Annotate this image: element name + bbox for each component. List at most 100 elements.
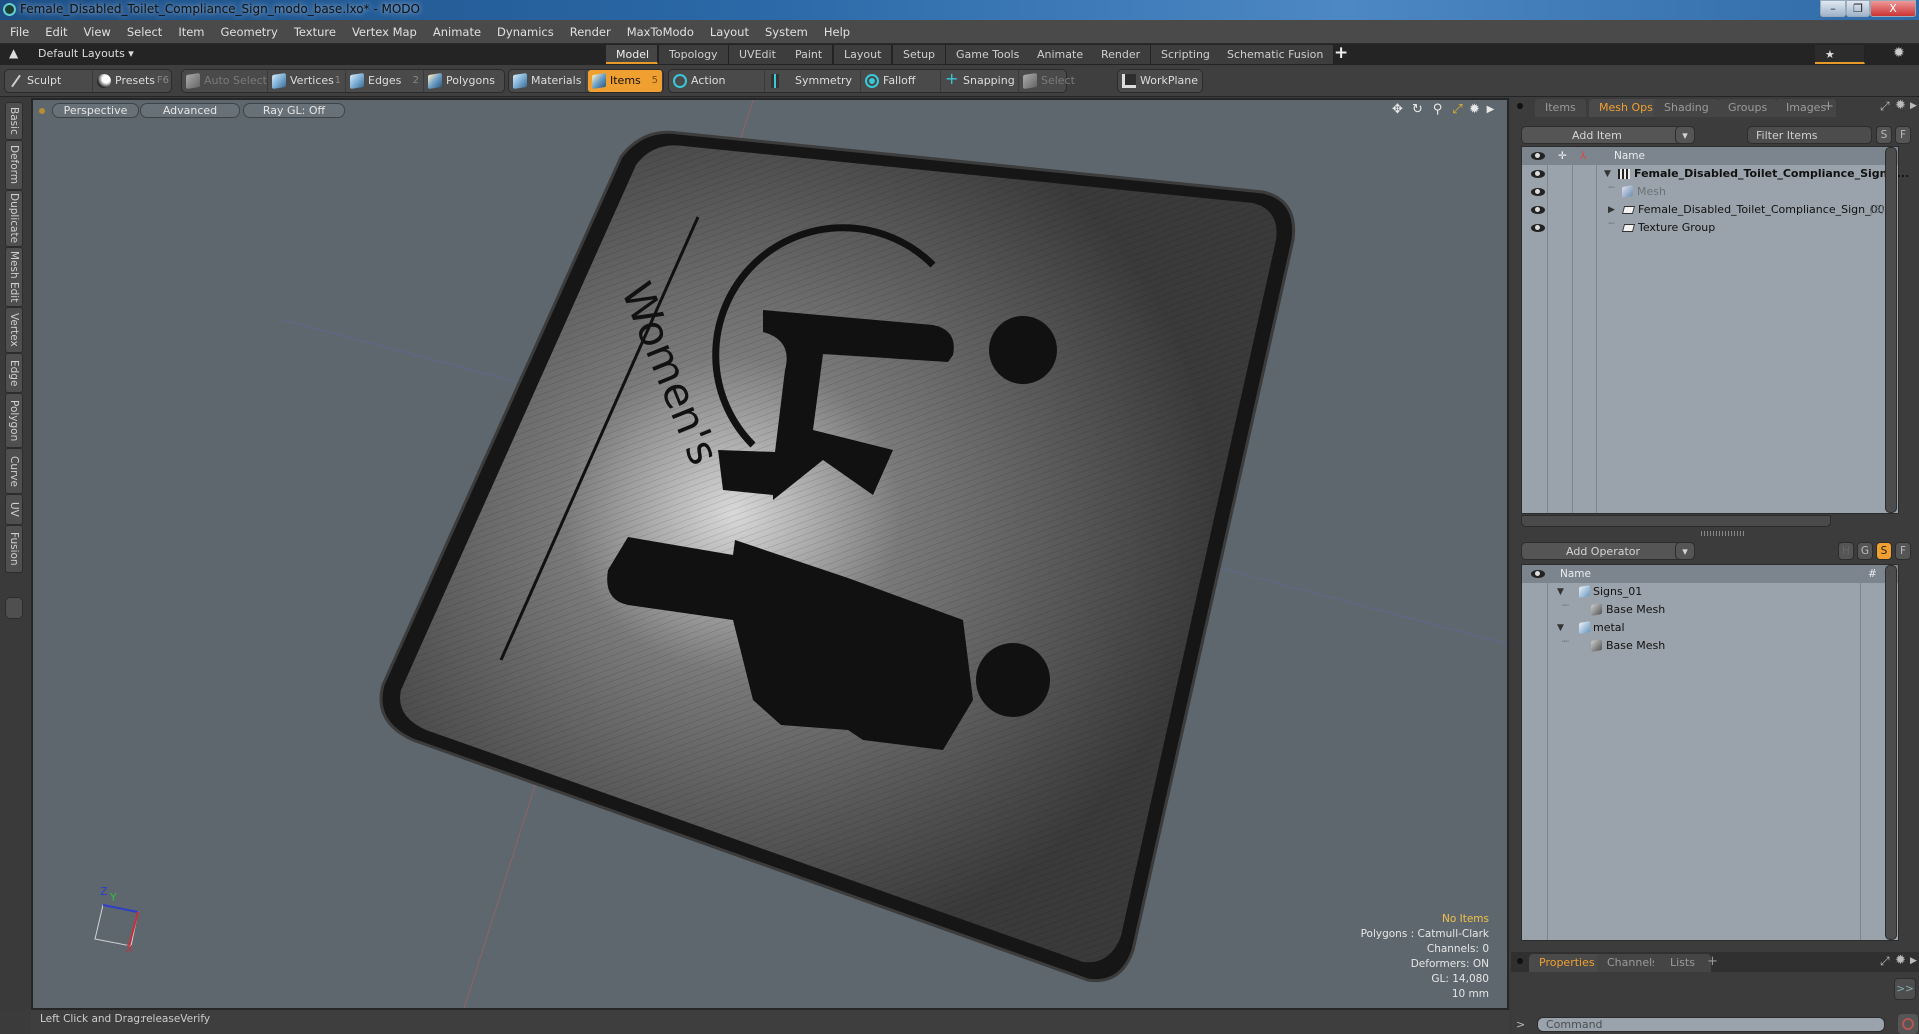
view-mode-button[interactable]: Perspective bbox=[52, 103, 139, 118]
menu-file[interactable]: File bbox=[0, 20, 37, 44]
tab-deform[interactable]: Deform bbox=[5, 140, 23, 190]
panel-menu-dot[interactable] bbox=[1517, 958, 1523, 964]
tab-basic[interactable]: Basic bbox=[5, 102, 23, 140]
tab-mesh-edit[interactable]: Mesh Edit bbox=[5, 247, 23, 307]
pan-icon[interactable]: ✥ bbox=[1390, 103, 1405, 117]
name-column-header[interactable]: Name bbox=[1614, 147, 1645, 165]
filter-g-button[interactable]: G bbox=[1857, 542, 1873, 560]
panel-gear-icon[interactable]: ✹ bbox=[1895, 953, 1906, 968]
visibility-eye-icon[interactable] bbox=[1531, 188, 1545, 196]
record-button[interactable] bbox=[1898, 1014, 1918, 1034]
operator-row-base-mesh[interactable]: ┈ Base Mesh bbox=[1522, 635, 1898, 655]
filter-h-button[interactable]: H bbox=[1838, 542, 1854, 560]
menu-geometry[interactable]: Geometry bbox=[213, 20, 286, 44]
tab-groups[interactable]: Groups bbox=[1718, 99, 1778, 117]
tree-row-group[interactable]: ▶ Female_Disabled_Toilet_Compliance_Sign… bbox=[1522, 201, 1898, 219]
items-horizontal-scrollbar[interactable] bbox=[1521, 515, 1831, 527]
vertices-button[interactable]: Vertices 1 bbox=[268, 70, 346, 92]
menu-layout[interactable]: Layout bbox=[702, 20, 757, 44]
tab-vertex[interactable]: Vertex bbox=[5, 307, 23, 353]
tab-render[interactable]: Render bbox=[1091, 45, 1152, 64]
panel-menu-dot[interactable] bbox=[1517, 103, 1523, 109]
tab-fusion[interactable]: Fusion bbox=[5, 525, 23, 573]
menu-maxtomodo[interactable]: MaxToModo bbox=[619, 20, 702, 44]
filter-f-button[interactable]: F bbox=[1895, 542, 1911, 560]
menu-view[interactable]: View bbox=[76, 20, 119, 44]
tab-topology[interactable]: Topology bbox=[659, 45, 729, 64]
viewport-gear-icon[interactable]: ✹ bbox=[1467, 103, 1482, 117]
add-operator-dropdown[interactable]: ▾ bbox=[1675, 542, 1695, 560]
sculpt-button[interactable]: Sculpt bbox=[5, 70, 93, 92]
menu-item[interactable]: Item bbox=[170, 20, 212, 44]
tab-edge[interactable]: Edge bbox=[5, 353, 23, 393]
lock-column-icon[interactable]: ✛ bbox=[1558, 147, 1567, 165]
menu-system[interactable]: System bbox=[757, 20, 816, 44]
tab-lists[interactable]: Lists bbox=[1654, 954, 1711, 972]
count-column-header[interactable]: # bbox=[1868, 565, 1877, 583]
tree-row-texture-group[interactable]: ┈ Texture Group bbox=[1522, 217, 1898, 237]
menu-animate[interactable]: Animate bbox=[425, 20, 489, 44]
edges-button[interactable]: Edges 2 bbox=[346, 70, 424, 92]
tab-layout[interactable]: Layout bbox=[834, 45, 893, 64]
tree-row-mesh[interactable]: ┈ Mesh bbox=[1522, 181, 1898, 201]
tab-properties[interactable]: Properties bbox=[1529, 954, 1605, 972]
tab-scripting[interactable]: Scripting bbox=[1151, 45, 1221, 64]
restore-button[interactable]: ❐ bbox=[1846, 0, 1870, 17]
add-item-dropdown[interactable]: ▾ bbox=[1675, 126, 1695, 144]
name-column-header[interactable]: Name bbox=[1560, 565, 1591, 583]
visibility-eye-icon[interactable] bbox=[1531, 170, 1545, 178]
tree-row-scene[interactable]: ▼ Female_Disabled_Toilet_Compliance_Sign… bbox=[1522, 165, 1909, 183]
rotate-icon[interactable]: ↻ bbox=[1410, 103, 1425, 117]
tab-curve[interactable]: Curve bbox=[5, 448, 23, 494]
tab-items[interactable]: Items bbox=[1535, 99, 1586, 117]
tab-paint[interactable]: Paint bbox=[785, 45, 834, 64]
add-panel-tab-button[interactable]: + bbox=[1707, 954, 1718, 969]
only-toggle[interactable]: ★ Only bbox=[1815, 45, 1865, 80]
workplane-button[interactable]: WorkPlane bbox=[1118, 70, 1202, 92]
command-input[interactable]: Command bbox=[1537, 1017, 1885, 1032]
layout-up-arrow-icon[interactable]: ▲ bbox=[9, 46, 18, 60]
materials-button[interactable]: Materials bbox=[509, 70, 586, 92]
add-item-button[interactable]: Add Item bbox=[1521, 126, 1695, 144]
panel-gear-icon[interactable]: ✹ bbox=[1895, 98, 1906, 113]
menu-edit[interactable]: Edit bbox=[37, 20, 75, 44]
tab-setup[interactable]: Setup bbox=[893, 45, 947, 64]
expand-panel-icon[interactable]: ⤢ bbox=[1880, 954, 1890, 969]
visibility-eye-icon[interactable] bbox=[1531, 206, 1545, 214]
menu-vertex-map[interactable]: Vertex Map bbox=[344, 20, 425, 44]
operator-row-signs[interactable]: ▼ Signs_01 bbox=[1522, 583, 1898, 601]
meshops-tree-scrollbar[interactable] bbox=[1885, 565, 1897, 940]
menu-select[interactable]: Select bbox=[119, 20, 170, 44]
render-column-icon[interactable]: ⅄ bbox=[1580, 147, 1586, 165]
items-tree-scrollbar[interactable] bbox=[1885, 147, 1897, 513]
tab-uv[interactable]: UV bbox=[5, 494, 23, 525]
presets-button[interactable]: Presets F6 bbox=[93, 70, 173, 92]
expand-panel-icon[interactable]: ⤢ bbox=[1880, 99, 1890, 114]
sign-model[interactable]: Women's bbox=[379, 130, 1296, 983]
panel-splitter-handle[interactable] bbox=[1701, 531, 1746, 536]
advanced-shading-button[interactable]: Advanced bbox=[140, 103, 240, 118]
close-button[interactable]: X bbox=[1870, 0, 1916, 17]
tab-uvedit[interactable]: UVEdit bbox=[729, 45, 787, 64]
snapping-button[interactable]: + Snapping bbox=[941, 70, 1019, 92]
menu-texture[interactable]: Texture bbox=[286, 20, 344, 44]
viewport-options-dot[interactable] bbox=[39, 108, 45, 114]
filter-f-button[interactable]: F bbox=[1895, 126, 1911, 144]
menu-render[interactable]: Render bbox=[562, 20, 619, 44]
gear-icon[interactable]: ✹ bbox=[1893, 45, 1905, 61]
add-operator-button[interactable]: Add Operator bbox=[1521, 542, 1695, 560]
visibility-eye-icon[interactable] bbox=[1531, 224, 1545, 232]
panel-more-arrow-icon[interactable]: ▶ bbox=[1910, 956, 1917, 966]
filter-s-button[interactable]: S bbox=[1876, 126, 1892, 144]
raygl-button[interactable]: Ray GL: Off bbox=[243, 103, 345, 118]
3d-viewport[interactable]: Women's Y Z X Perspective Advanced Ray G… bbox=[31, 98, 1509, 1010]
add-layout-tab-button[interactable]: + bbox=[1334, 43, 1348, 63]
default-layouts-dropdown[interactable]: Default Layouts ▾ bbox=[38, 47, 134, 60]
tab-mesh-ops[interactable]: Mesh Ops bbox=[1589, 99, 1663, 117]
select-through-button[interactable]: Select Through bbox=[1019, 70, 1119, 109]
visibility-column-icon[interactable] bbox=[1531, 152, 1545, 160]
maximize-icon[interactable]: ⤢ bbox=[1450, 103, 1465, 117]
visibility-column-icon[interactable] bbox=[1531, 570, 1545, 578]
items-button[interactable]: Items 5 bbox=[588, 70, 663, 92]
polygons-button[interactable]: Polygons bbox=[424, 70, 504, 92]
